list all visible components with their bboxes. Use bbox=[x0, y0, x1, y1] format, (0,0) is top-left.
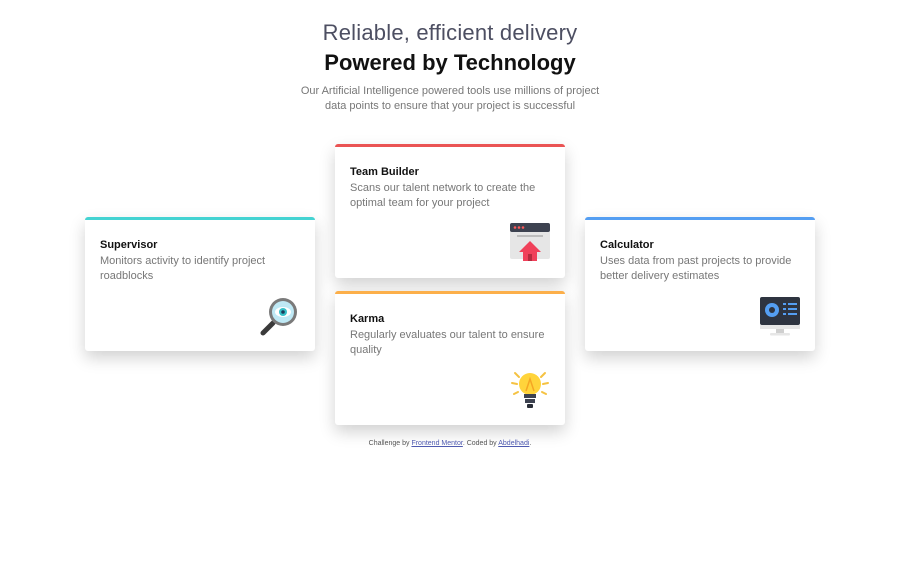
magnifier-eye-icon bbox=[260, 298, 297, 336]
footer-prefix: Challenge by bbox=[368, 440, 412, 447]
lightbulb-icon bbox=[511, 372, 549, 408]
author-link[interactable]: Abdelhadi bbox=[498, 440, 529, 447]
card-description: Uses data from past projects to provide … bbox=[600, 255, 792, 282]
card-title: Team Builder bbox=[350, 166, 419, 178]
card-description: Regularly evaluates our talent to ensure… bbox=[350, 329, 545, 356]
footer-attribution: Challenge by Frontend Mentor. Coded by A… bbox=[0, 440, 900, 447]
frontend-mentor-link[interactable]: Frontend Mentor bbox=[411, 440, 462, 447]
team-builder-icon bbox=[510, 223, 550, 261]
monitor-calculator-icon bbox=[760, 297, 800, 336]
card-karma: Karma Regularly evaluates our talent to … bbox=[335, 291, 565, 425]
card-title: Karma bbox=[350, 313, 385, 325]
footer-suffix: . bbox=[529, 440, 532, 447]
headline-light: Reliable, efficient delivery bbox=[322, 20, 578, 45]
card-team-builder: Team Builder Scans our talent network to… bbox=[335, 144, 565, 278]
intro-text: Our Artificial Intelligence powered tool… bbox=[300, 85, 600, 112]
footer-middle: . Coded by bbox=[462, 440, 499, 447]
card-description: Scans our talent network to create the o… bbox=[350, 182, 536, 209]
headline-bold: Powered by Technology bbox=[324, 50, 576, 75]
card-title: Supervisor bbox=[100, 239, 158, 251]
card-title: Calculator bbox=[600, 239, 654, 251]
card-calculator: Calculator Uses data from past projects … bbox=[585, 217, 815, 351]
card-description: Monitors activity to identify project ro… bbox=[100, 255, 266, 282]
card-supervisor: Supervisor Monitors activity to identify… bbox=[85, 217, 315, 351]
page: Reliable, efficient delivery Powered by … bbox=[0, 0, 900, 563]
